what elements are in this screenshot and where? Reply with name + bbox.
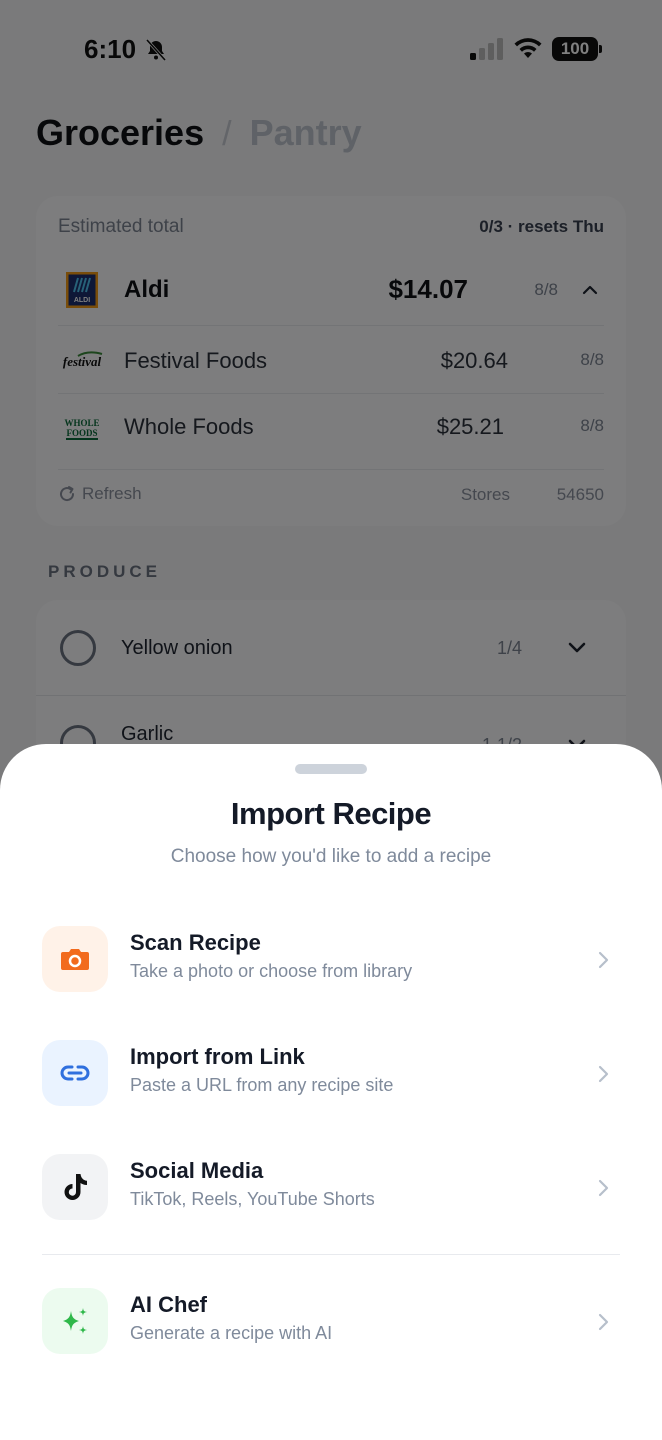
import-recipe-sheet: Import Recipe Choose how you'd like to a… — [0, 744, 662, 1440]
camera-icon — [42, 926, 108, 992]
option-description: TikTok, Reels, YouTube Shorts — [130, 1189, 375, 1209]
option-title: Scan Recipe — [130, 930, 261, 955]
option-description: Paste a URL from any recipe site — [130, 1075, 394, 1095]
option-title: Social Media — [130, 1158, 264, 1183]
sheet-title: Import Recipe — [230, 796, 432, 831]
chevron-right-icon — [598, 1179, 609, 1197]
sheet-divider — [42, 1254, 620, 1255]
tiktok-icon — [42, 1154, 108, 1220]
option-title: Import from Link — [130, 1044, 305, 1069]
sheet-grabber[interactable] — [295, 764, 367, 774]
link-icon — [42, 1040, 108, 1106]
chevron-right-icon — [598, 1313, 609, 1331]
chevron-right-icon — [598, 1065, 609, 1083]
option-title: AI Chef — [130, 1292, 207, 1317]
social-media-option[interactable]: Social Media TikTok, Reels, YouTube Shor… — [0, 1138, 662, 1238]
ai-chef-option[interactable]: AI Chef Generate a recipe with AI — [0, 1272, 662, 1372]
option-description: Generate a recipe with AI — [130, 1323, 333, 1343]
sparkles-icon — [42, 1288, 108, 1354]
scan-recipe-option[interactable]: Scan Recipe Take a photo or choose from … — [0, 910, 662, 1010]
sheet-subtitle: Choose how you'd like to add a recipe — [170, 846, 492, 867]
import-from-link-option[interactable]: Import from Link Paste a URL from any re… — [0, 1024, 662, 1124]
chevron-right-icon — [598, 951, 609, 969]
option-description: Take a photo or choose from library — [130, 961, 413, 981]
